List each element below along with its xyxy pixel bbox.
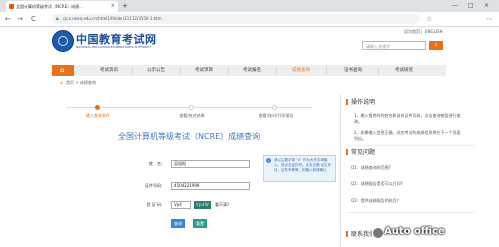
neea-emblem-icon[interactable]	[52, 30, 74, 52]
lock-icon[interactable]: 🔒︎	[56, 14, 59, 24]
address-bar[interactable]: 🔒︎ cjcx.neea.edu.cn/html1/folder/21112/3…	[52, 14, 420, 24]
id-number-label: 证件号码：	[145, 183, 165, 188]
nav-separator	[180, 67, 181, 74]
section-marker	[346, 149, 348, 155]
header-link-separator: |	[421, 29, 423, 34]
reset-button[interactable]: 重置	[193, 219, 207, 228]
section-marker	[346, 231, 348, 237]
watermark-logo-icon	[372, 227, 384, 239]
home-breadcrumb-icon[interactable]: ⌂	[60, 80, 63, 86]
forward-icon[interactable]: →	[17, 13, 23, 25]
help-title-text: 操作说明	[351, 99, 376, 106]
contact-section-title: 联系我们	[346, 231, 375, 239]
nav-home-button[interactable]: ⌂	[52, 65, 74, 76]
nav-item-notices[interactable]: 公示公告	[136, 65, 176, 76]
captcha-image[interactable]: Vp4W	[194, 201, 211, 209]
help-item: 1、输入报考时的姓名和身份证件号码，点击查询按钮进行查询。	[354, 113, 461, 124]
sidebar-divider	[340, 94, 341, 247]
site-logo-english: NATIONAL EDUCATION EXAMINATIONS AUTHORIT…	[76, 45, 152, 49]
url-text[interactable]: cjcx.neea.edu.cn/html1/folder/21112/3556…	[63, 14, 162, 24]
tab-title: 全国计算机等级考试（NCRE）成绩...	[16, 4, 83, 9]
step-2-label: 查看/核对结果	[179, 113, 205, 118]
nav-item-research[interactable]: 考试研究	[384, 65, 424, 76]
nav-separator	[132, 67, 133, 74]
browser-menu-icon[interactable]: ⋯	[486, 13, 493, 25]
breadcrumb[interactable]: 首页 > 成绩查询	[66, 80, 96, 86]
favicon-icon	[9, 4, 14, 9]
new-tab-button[interactable]: +	[122, 1, 128, 11]
step-3-label: 查看/核对/打印报告	[258, 113, 294, 118]
faq-item[interactable]: Q3：提供成绩报告的科目?	[351, 198, 399, 204]
site-search-button[interactable]: ⌕	[429, 41, 443, 50]
faq-item[interactable]: Q1：成绩查询的范围?	[351, 165, 391, 171]
name-label: 姓 名：	[149, 161, 165, 166]
tab-close-icon[interactable]: ×	[111, 1, 115, 12]
minimize-window-button[interactable]: —	[452, 0, 458, 11]
input-hint-tooltip: i 请以主要字母 "X" 作为大写字母输入，请点击证件号，点击正确 出生年月，证…	[263, 155, 336, 182]
info-icon: i	[266, 158, 271, 163]
id-number-input[interactable]: 4504221999	[171, 182, 250, 190]
help-item: 2、如果输入信息正确，对应考试的成绩信息将在下一个页面列出。	[354, 130, 461, 141]
query-button[interactable]: 查询	[171, 219, 185, 228]
nav-item-exams[interactable]: 考试项目	[184, 65, 224, 76]
reload-icon[interactable]: C	[31, 13, 36, 25]
back-icon[interactable]: ←	[5, 13, 11, 25]
step-3-dot	[272, 105, 277, 110]
nav-item-score-query[interactable]: 成绩查询	[281, 65, 321, 76]
nav-separator	[378, 67, 379, 74]
browser-tab[interactable]: 全国计算机等级考试（NCRE）成绩... ×	[6, 1, 118, 12]
close-window-button[interactable]: ×	[484, 0, 489, 11]
hint-text: 请以主要字母 "X" 作为大写字母输入，请点击证件号，点击正确 出生年月，证件号…	[274, 158, 332, 172]
refresh-captcha-link[interactable]: 看不清?	[215, 201, 229, 209]
faq-title-text: 常见问题	[351, 149, 376, 156]
step-1-label: 输入查询条件	[86, 113, 110, 118]
step-2-dot	[189, 105, 194, 110]
site-search-input[interactable]: 请输入关键字	[362, 41, 426, 50]
watermark-text: Auto office	[384, 226, 445, 237]
captcha-input[interactable]: Vp4	[171, 201, 191, 209]
nav-item-certificate-query[interactable]: 证书查询	[333, 65, 373, 76]
nav-separator	[228, 67, 229, 74]
faq-item[interactable]: Q2：成绩报告是否可以打印?	[351, 181, 403, 187]
faq-section-title: 常见问题	[346, 149, 375, 157]
sidebar-separator	[346, 212, 476, 213]
page-title: 全国计算机等级考试（NCRE）成绩查询	[118, 132, 261, 141]
bookmark-star-icon[interactable]: ☆	[426, 13, 432, 25]
nav-item-registration[interactable]: 考试报名	[232, 65, 272, 76]
english-link[interactable]: ENGLISH	[425, 29, 443, 34]
nav-separator	[276, 67, 277, 74]
nav-item-news[interactable]: 考试资讯	[89, 65, 129, 76]
captcha-label: 验 证 码：	[146, 202, 165, 207]
maximize-window-button[interactable]: □	[468, 0, 474, 11]
nav-separator	[326, 67, 327, 74]
section-marker	[346, 99, 348, 105]
name-input[interactable]: 吴旭阳	[171, 160, 250, 168]
set-homepage-link[interactable]: 设为首页	[404, 29, 420, 35]
sidebar-separator	[346, 145, 476, 146]
home-icon: ⌂	[60, 66, 65, 74]
help-section-title: 操作说明	[346, 99, 375, 107]
step-1-dot	[95, 105, 100, 110]
address-toolbar: ← → C 🔒︎ cjcx.neea.edu.cn/html1/folder/2…	[0, 12, 499, 27]
